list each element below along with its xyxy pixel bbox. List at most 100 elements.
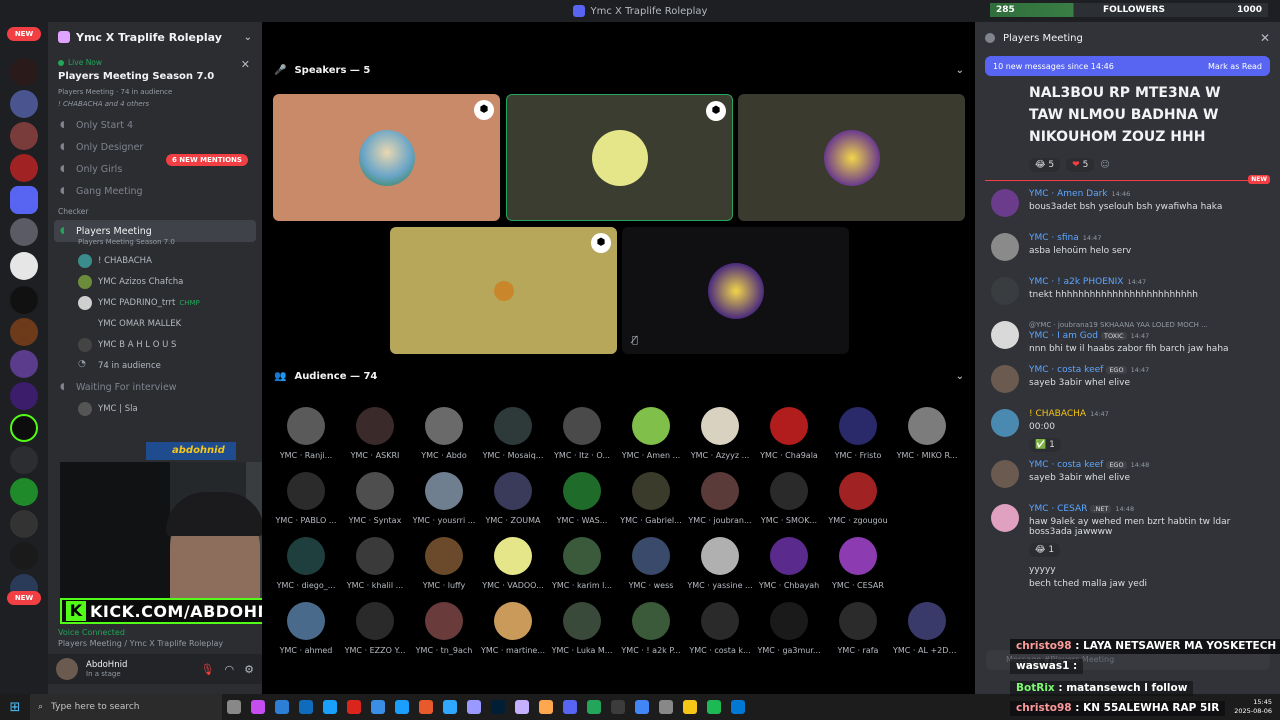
avatar[interactable] [991, 233, 1019, 261]
taskbar-app-icon[interactable] [318, 694, 342, 720]
taskbar-app-icon[interactable] [654, 694, 678, 720]
audience-member[interactable]: YMC · rafa [824, 602, 892, 657]
category-checker[interactable]: Checker [48, 202, 262, 220]
reply-preview[interactable]: @YMC · joubrana19 SKHAANA YAA LOLED MOCH… [1029, 321, 1270, 329]
server-icon[interactable] [10, 542, 38, 570]
chat-message[interactable]: @YMC · joubrana19 SKHAANA YAA LOLED MOCH… [975, 321, 1280, 357]
taskbar-app-icon[interactable] [246, 694, 270, 720]
taskbar-app-icon[interactable] [462, 694, 486, 720]
speaker-tile[interactable]: ⬢ [273, 94, 500, 221]
chevron-down-icon[interactable]: ⌄ [956, 65, 964, 76]
server-icon[interactable] [10, 252, 38, 280]
kick-server-icon[interactable] [10, 414, 38, 442]
speakers-header[interactable]: 🎤 Speakers — 5 ⌄ [274, 60, 964, 80]
server-icon[interactable] [10, 318, 38, 346]
avatar[interactable] [991, 365, 1019, 393]
server-icon[interactable] [10, 510, 38, 538]
audience-member[interactable]: YMC · yassine ... [686, 537, 754, 592]
taskbar-app-icon[interactable] [534, 694, 558, 720]
voice-member[interactable]: ! CHABACHA [48, 250, 262, 271]
audience-member[interactable]: YMC · ASKRI [341, 407, 409, 462]
server-icon[interactable] [10, 478, 38, 506]
taskbar-app-icon[interactable] [702, 694, 726, 720]
audience-member[interactable]: YMC · costa k... [686, 602, 754, 657]
reaction-laugh[interactable]: 😂 1 [1029, 543, 1061, 557]
audience-member[interactable]: YMC · ahmed [272, 602, 340, 657]
audience-member[interactable]: YMC · ! a2k P... [617, 602, 685, 657]
taskbar-app-icon[interactable] [630, 694, 654, 720]
audience-member[interactable]: YMC · khalil ... [341, 537, 409, 592]
server-icon[interactable] [10, 350, 38, 378]
taskbar-app-icon[interactable] [222, 694, 246, 720]
server-icon[interactable] [10, 286, 38, 314]
headphones-icon[interactable]: ◠ [225, 663, 235, 676]
taskbar-app-icon[interactable] [486, 694, 510, 720]
audience-member[interactable]: YMC · luffy [410, 537, 478, 592]
message-author[interactable]: YMC · I am God [1029, 331, 1098, 341]
taskbar-app-icon[interactable] [558, 694, 582, 720]
audience-member[interactable]: YMC · martine... [479, 602, 547, 657]
audience-member[interactable]: YMC · Luka M... [548, 602, 616, 657]
channel-item-waiting[interactable]: ◖ Waiting For interview [48, 376, 262, 398]
new-messages-bar[interactable]: 10 new messages since 14:46 Mark as Read [985, 56, 1270, 76]
avatar[interactable] [991, 277, 1019, 305]
taskbar-app-icon[interactable] [366, 694, 390, 720]
voice-member[interactable]: YMC | Sla [48, 398, 262, 419]
speaker-tile-speaking[interactable]: ⬢ [506, 94, 733, 221]
avatar[interactable] [991, 460, 1019, 488]
audience-member[interactable]: YMC · Itz · O... [548, 407, 616, 462]
mark-as-read-button[interactable]: Mark as Read [1208, 62, 1262, 71]
taskbar-app-icon[interactable] [678, 694, 702, 720]
add-reaction-icon[interactable]: ☺ [1100, 160, 1109, 170]
audience-member[interactable]: YMC · WAS... [548, 472, 616, 527]
voice-member[interactable]: YMC Azizos Chafcha [48, 271, 262, 292]
avatar[interactable] [991, 504, 1019, 532]
message-author[interactable]: YMC · costa keef [1029, 365, 1103, 375]
audience-member[interactable]: YMC · Abdo [410, 407, 478, 462]
audience-member[interactable]: YMC · MIKO R... [893, 407, 961, 462]
server-icon[interactable] [10, 58, 38, 86]
taskbar-search[interactable]: ⌕ Type here to search [30, 694, 222, 720]
voice-member[interactable]: YMC B A H L O U S [48, 334, 262, 355]
chevron-down-icon[interactable]: ⌄ [956, 371, 964, 382]
gear-icon[interactable]: ⚙ [244, 663, 254, 676]
audience-member[interactable]: YMC · yousrri ... [410, 472, 478, 527]
chat-message[interactable]: ! CHABACHA 14:47 00:00 ✅ 1 [975, 409, 1280, 452]
message-author[interactable]: YMC · CESAR [1029, 504, 1087, 514]
message-author[interactable]: YMC · costa keef [1029, 460, 1103, 470]
message-author[interactable]: YMC · ! a2k PHOENIX [1029, 277, 1123, 287]
server-icon[interactable] [10, 446, 38, 474]
avatar[interactable] [991, 409, 1019, 437]
channel-item[interactable]: ◖ Gang Meeting [48, 180, 262, 202]
voice-member[interactable]: YMC PADRINO_trrt CHMP [48, 292, 262, 313]
audience-member[interactable]: YMC · zgougou [824, 472, 892, 527]
taskbar-app-icon[interactable] [390, 694, 414, 720]
close-icon[interactable]: ✕ [1260, 31, 1270, 45]
mic-muted-icon[interactable]: 🎙 [201, 663, 215, 676]
chevron-down-icon[interactable]: ⌄ [244, 32, 252, 43]
audience-member[interactable]: YMC · wess [617, 537, 685, 592]
avatar[interactable] [991, 321, 1019, 349]
audience-member[interactable]: YMC · Cha9ala [755, 407, 823, 462]
taskbar-clock[interactable]: 15:45 2025-08-06 [1234, 698, 1280, 716]
audience-member[interactable]: YMC · VADOO... [479, 537, 547, 592]
audience-member[interactable]: YMC · CESAR [824, 537, 892, 592]
chat-message[interactable]: YMC · costa keef EGO 14:48 sayeb 3abir whel… [975, 460, 1280, 496]
close-icon[interactable]: ✕ [241, 58, 250, 71]
audience-member[interactable]: YMC · Azyyz ... [686, 407, 754, 462]
audience-member[interactable]: YMC · ZOUMA [479, 472, 547, 527]
new-mentions-badge[interactable]: 6 NEW MENTIONS [166, 154, 248, 166]
avatar[interactable] [991, 189, 1019, 217]
audience-member[interactable]: YMC · diego_... [272, 537, 340, 592]
message-author[interactable]: ! CHABACHA [1029, 409, 1086, 419]
audience-member[interactable]: YMC · tn_9ach [410, 602, 478, 657]
avatar[interactable] [56, 658, 78, 680]
server-icon[interactable] [10, 382, 38, 410]
chat-message[interactable]: YMC · CESAR .NET 14:48 haw 9alek ay wehed m… [975, 504, 1280, 557]
audience-member[interactable]: YMC · joubran... [686, 472, 754, 527]
taskbar-app-icon[interactable] [438, 694, 462, 720]
reaction-heart[interactable]: ❤ 5 [1066, 158, 1095, 172]
audience-member[interactable]: YMC · SMOK... [755, 472, 823, 527]
chat-message[interactable]: YMC · sfina 14:47 asba lehoüm helo serv [975, 233, 1280, 269]
taskbar-app-icon[interactable] [414, 694, 438, 720]
